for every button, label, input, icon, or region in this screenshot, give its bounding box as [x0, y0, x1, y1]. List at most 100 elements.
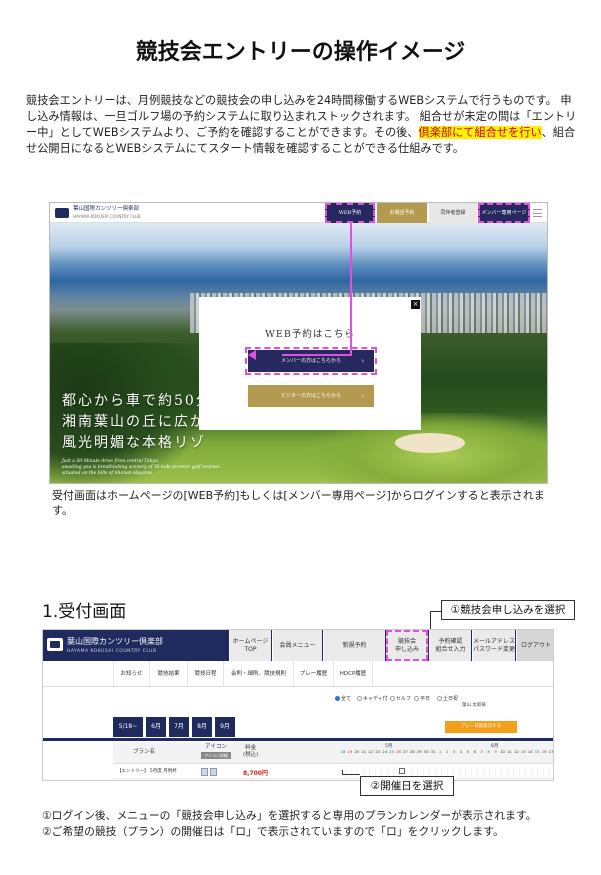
homepage-logo-text: 葉山国際カンツリー倶楽部	[73, 206, 140, 212]
nav-phone-reservation[interactable]: お電話予約	[377, 203, 427, 223]
modal-title: WEB予約はこちら	[265, 329, 355, 340]
open-date-box[interactable]	[399, 768, 405, 774]
chevron-right-icon: ›	[361, 357, 364, 365]
nav-member-page[interactable]: メンバー専用ページ	[478, 203, 530, 223]
menu-label: パスワード変更	[473, 645, 516, 653]
radio-icon	[437, 696, 442, 701]
nav-web-reservation[interactable]: WEB予約	[325, 203, 375, 223]
show-schedule-button[interactable]: プレー日程表示する	[445, 721, 517, 733]
calendar-day: 9	[494, 749, 497, 754]
calendar-day: 18	[340, 749, 346, 754]
tab-play-history[interactable]: プレー履歴	[293, 661, 333, 687]
callout-connector	[342, 774, 360, 775]
plan-fee: 8,700円	[243, 770, 268, 777]
filter-label: キャディ付	[363, 696, 388, 702]
hero-tagline: 都心から車で約50分 湘南葉山の丘に広が 風光明媚な本格リゾ	[62, 391, 212, 454]
filter-label: 平日	[420, 696, 431, 702]
menu-hp-top[interactable]: ホームページ TOP	[229, 630, 271, 661]
calendar-day: 24	[382, 749, 388, 754]
reservation-logo-sub: HAYAMA KOKUSAI COUNTRY CLUB	[67, 649, 157, 654]
callout-connector	[430, 611, 441, 612]
radio-checked-icon	[335, 696, 340, 701]
filter-holiday[interactable]: 土日祝	[437, 695, 458, 702]
hero-tagline-line: 湘南葉山の丘に広が	[62, 414, 206, 430]
tab-hdcp-history[interactable]: HDCP履歴	[333, 661, 373, 687]
menu-new-reservation[interactable]: 新規予約	[323, 630, 385, 661]
month-tab-current[interactable]: 5/18~	[113, 717, 143, 737]
menu-email-password[interactable]: メールアドレス パスワード変更	[472, 630, 515, 661]
calendar-day: 30	[423, 749, 429, 754]
club-logo-icon	[47, 638, 63, 651]
calendar-day: 17	[548, 749, 554, 754]
calendar-day: 13	[520, 749, 526, 754]
nav-companion[interactable]: 同伴者登録	[429, 203, 477, 223]
menu-label: 競技会	[397, 637, 416, 645]
person-icon	[201, 768, 208, 776]
menu-label: ログアウト	[520, 641, 551, 649]
homepage-nav: 葉山国際カンツリー倶楽部 HAYAMA KOKUSAI COUNTRY CLUB…	[50, 203, 547, 223]
calendar-day: 5	[466, 749, 470, 754]
hamburger-menu-icon[interactable]	[533, 209, 542, 217]
tab-results[interactable]: 競技結果	[149, 661, 187, 687]
month-tab[interactable]: 7月	[169, 717, 189, 737]
tab-rules[interactable]: 会則・細則、競技規則	[223, 661, 293, 687]
calendar-day: 15	[534, 749, 540, 754]
month-tab[interactable]: 6月	[146, 717, 166, 737]
col-icon: アイコン アイコン詳細	[201, 744, 231, 759]
menu-reservation-check[interactable]: 予約確認 組合せ入力	[429, 630, 471, 661]
reservation-tabs: お知らせ 競技結果 競技日程 会則・細則、競技規則 プレー履歴 HDCP履歴	[43, 661, 553, 687]
club-logo-icon	[55, 208, 69, 218]
callout-connector	[342, 770, 343, 775]
visitor-login-button[interactable]: ビジターの方はこちらから ›	[248, 385, 374, 407]
calendar-day: 11	[507, 749, 512, 754]
tab-schedule[interactable]: 競技日程	[187, 661, 223, 687]
calendar-day: 19	[347, 749, 353, 754]
callout-select-date: ②開催日を選択	[360, 776, 454, 796]
calendar-days: 18 19 20 21 22 23 24 25 26 27 28 29 30 31 1 2 3 4 5 6 7 8 9 10 1…	[340, 749, 554, 763]
radio-icon	[357, 696, 362, 701]
calendar-table-header: プラン名 アイコン アイコン詳細 料金 (税込) 5月 6月 18 19 20 21 2…	[113, 742, 554, 764]
menu-competition-entry[interactable]: 競技会 申し込み	[386, 630, 428, 661]
menu-logout[interactable]: ログアウト	[516, 630, 553, 661]
filter-self[interactable]: セルフ	[390, 695, 411, 702]
filter-caddie[interactable]: キャディ付	[357, 695, 388, 702]
homepage-logo-sub: HAYAMA KOKUSAI COUNTRY CLUB	[73, 214, 141, 219]
menu-label: ホームページ	[232, 637, 269, 645]
filter-label: 土日祝	[443, 696, 459, 702]
homepage-caption: 受付画面はホームページの[WEB予約]もしくは[メンバー専用ページ]からログイン…	[52, 489, 545, 517]
calendar-day: 3	[452, 749, 456, 754]
tab-news[interactable]: お知らせ	[113, 661, 149, 687]
homepage-logo[interactable]: 葉山国際カンツリー倶楽部 HAYAMA KOKUSAI COUNTRY CLUB	[73, 206, 141, 220]
menu-label: 会員メニュー	[279, 641, 316, 649]
web-reservation-modal: × WEB予約はこちら メンバーの方はこちらから › ビジターの方はこちらから …	[199, 297, 421, 430]
month-tab[interactable]: 9月	[215, 717, 235, 737]
calendar-day: 14	[527, 749, 533, 754]
col-plan: プラン名	[133, 749, 156, 755]
reservation-screenshot: 葉山国際カンツリー倶楽部 HAYAMA KOKUSAI COUNTRY CLUB…	[42, 629, 554, 781]
filter-weekday[interactable]: 平日	[414, 695, 430, 702]
calendar-day: 28	[409, 749, 415, 754]
month-tab[interactable]: 8月	[192, 717, 212, 737]
menu-member[interactable]: 会員メニュー	[272, 630, 322, 661]
filter-all[interactable]: 全て	[335, 695, 351, 702]
calendar-day: 25	[389, 749, 394, 754]
table-row: 【エントリー】 5月度 月例杯 8,700円	[113, 767, 553, 779]
member-login-label: メンバーの方はこちらから	[280, 358, 341, 364]
chevron-right-icon: ›	[361, 392, 364, 400]
hero-tagline-line: 都心から車で約50分	[62, 393, 212, 409]
menu-label: 申し込み	[394, 645, 419, 653]
calendar-day: 7	[480, 749, 483, 754]
golf-cart-icon	[210, 768, 217, 776]
reservation-logo[interactable]: 葉山国際カンツリー倶楽部 HAYAMA KOKUSAI COUNTRY CLUB	[67, 637, 163, 657]
instruction-notes: ①ログイン後、メニューの「競技会申し込み」を選択すると専用のプランカレンダーが表…	[42, 808, 582, 839]
plan-name[interactable]: 【エントリー】 5月度 月例杯	[117, 768, 177, 774]
radio-icon	[390, 696, 395, 701]
calendar-day: 6	[473, 749, 476, 754]
filter-label: 全て	[341, 696, 352, 702]
intro-highlight: 倶楽部にて組合せを行い	[418, 126, 542, 139]
icon-detail-button[interactable]: アイコン詳細	[201, 752, 231, 759]
menu-label: 予約確認	[438, 637, 463, 645]
close-icon[interactable]: ×	[411, 300, 420, 309]
calendar-day: 12	[513, 749, 519, 754]
calendar-day: 26	[396, 749, 401, 754]
